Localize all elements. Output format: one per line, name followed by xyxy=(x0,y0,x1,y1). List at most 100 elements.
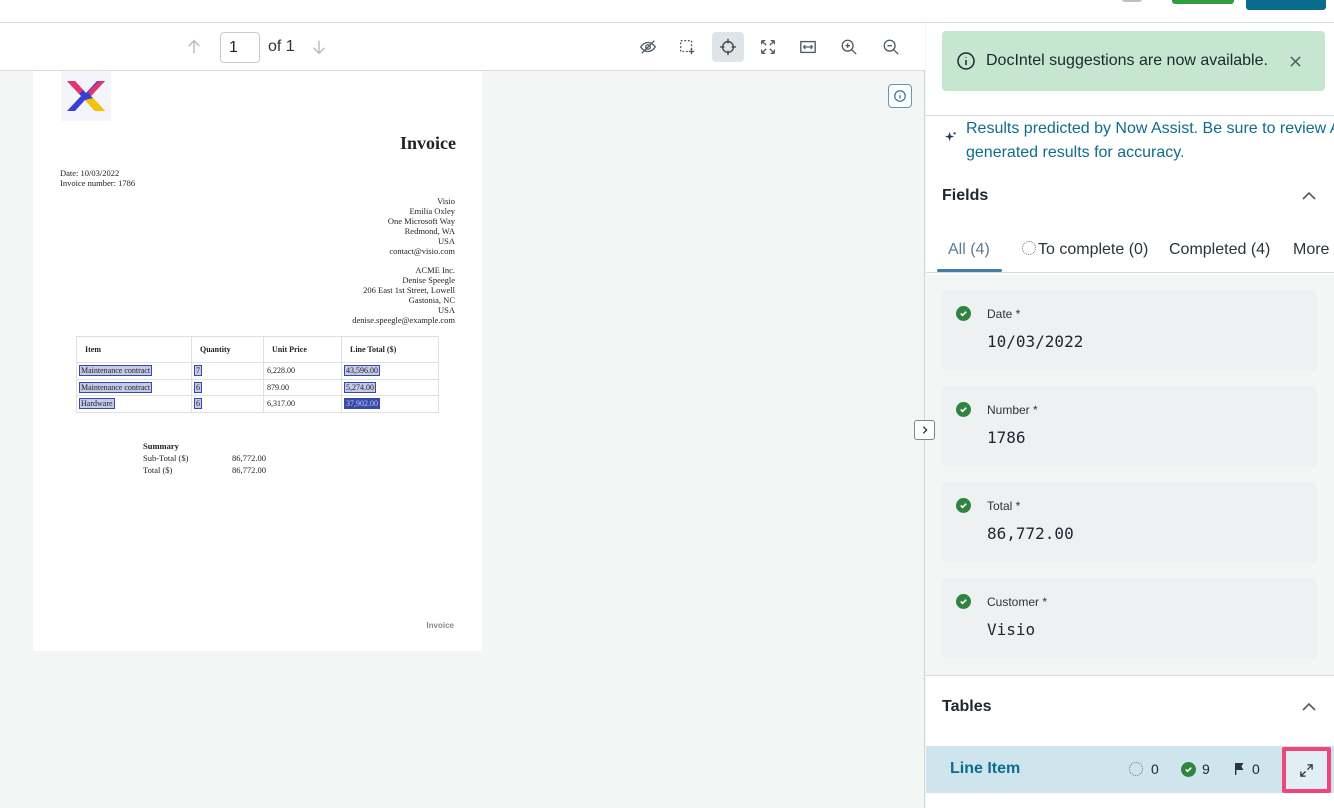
table-cell: 879.00 xyxy=(263,378,342,396)
vendor-address: Visio Emilia Oxley One Microsoft Way Red… xyxy=(388,196,455,256)
close-icon[interactable] xyxy=(1285,51,1305,71)
zoom-out-icon[interactable] xyxy=(875,32,907,62)
field-value[interactable]: 10/03/2022 xyxy=(987,332,1083,351)
divider xyxy=(926,115,1334,116)
viewer-toolbar: of 1 xyxy=(0,23,925,71)
field-filter-tabs: All (4) To complete (0) Completed (4) Mo… xyxy=(926,233,1334,273)
completed-count: 9 xyxy=(1181,761,1210,777)
field-value[interactable]: 86,772.00 xyxy=(987,524,1074,543)
page-count: of 1 xyxy=(268,38,295,55)
summary-title: Summary xyxy=(143,441,179,451)
extracted-cell[interactable]: 7 xyxy=(194,365,202,377)
total-value: 86,772.00 xyxy=(232,465,266,475)
table-item-line-item[interactable]: Line Item 0 9 0 xyxy=(926,746,1334,793)
table-cell: 6,317.00 xyxy=(263,395,342,413)
chevron-up-icon[interactable] xyxy=(1300,187,1318,205)
field-customer[interactable]: Customer * Visio xyxy=(942,578,1317,658)
field-total[interactable]: Total * 86,772.00 xyxy=(942,482,1317,562)
divider xyxy=(926,675,1334,676)
tables-section-title: Tables xyxy=(942,698,992,715)
primary-action-button[interactable] xyxy=(1246,0,1326,10)
stat-value: 0 xyxy=(1151,761,1159,777)
check-circle-icon xyxy=(956,402,971,417)
fit-width-icon[interactable] xyxy=(792,32,824,62)
field-number[interactable]: Number * 1786 xyxy=(942,386,1317,466)
address-line: USA xyxy=(437,236,455,246)
invoice-date: Date: 10/03/2022 xyxy=(60,168,120,178)
stat-value: 0 xyxy=(1252,761,1260,777)
extracted-cell[interactable]: 43,596.00 xyxy=(344,365,380,377)
extracted-cell[interactable]: 6 xyxy=(194,398,202,410)
column-header: Item xyxy=(76,336,192,363)
field-date[interactable]: Date * 10/03/2022 xyxy=(942,290,1317,370)
sparkle-icon xyxy=(944,131,957,149)
fields-section-title: Fields xyxy=(942,187,989,204)
address-line: One Microsoft Way xyxy=(387,216,455,226)
active-tab-indicator xyxy=(937,269,1002,272)
tab-all[interactable]: All (4) xyxy=(948,241,990,259)
region-select-icon[interactable] xyxy=(671,32,703,62)
zoom-in-icon[interactable] xyxy=(833,32,865,62)
fields-list: Date * 10/03/2022 Number * 1786 Total * … xyxy=(926,275,1334,675)
page-number-input[interactable] xyxy=(220,32,260,63)
stat-value: 9 xyxy=(1202,761,1210,777)
extracted-cell[interactable]: 6 xyxy=(194,381,202,393)
arrow-up-icon[interactable] xyxy=(178,32,210,62)
status-chip xyxy=(1172,0,1234,4)
field-label: Number * xyxy=(987,403,1038,417)
check-circle-icon xyxy=(1181,761,1196,777)
arrow-down-icon[interactable] xyxy=(303,32,335,62)
tabs-divider xyxy=(926,272,1334,273)
tab-completed[interactable]: Completed (4) xyxy=(1169,241,1270,259)
table-row: Maintenance contract 6 879.00 5,274.00 xyxy=(76,378,439,396)
table-cell: 6,228.00 xyxy=(263,362,342,380)
table-row: Maintenance contract 7 6,228.00 43,596.0… xyxy=(76,362,439,380)
invoice-summary: Summary Sub-Total ($) 86,772.00 Total ($… xyxy=(143,440,266,476)
chevron-up-icon[interactable] xyxy=(1300,698,1318,716)
invoice-page: Invoice Date: 10/03/2022 Invoice number:… xyxy=(33,71,482,651)
info-circle-icon xyxy=(957,52,975,70)
table-row: Hardware 6 6,317.00 37,902.00 xyxy=(76,395,439,413)
extracted-cell-selected[interactable]: 37,902.00 xyxy=(344,398,380,410)
subtotal-value: 86,772.00 xyxy=(232,453,266,463)
subtotal-label: Sub-Total ($) xyxy=(143,453,189,463)
line-items-table: Item Quantity Unit Price Line Total ($) … xyxy=(76,336,439,413)
invoice-meta: Date: 10/03/2022 Invoice number: 1786 xyxy=(60,168,135,188)
address-line: Denise Speegle xyxy=(402,275,455,285)
tab-to-complete[interactable]: To complete (0) xyxy=(1022,241,1148,259)
collapse-panel-button[interactable] xyxy=(914,420,935,440)
eye-off-icon[interactable] xyxy=(632,32,664,62)
table-name[interactable]: Line Item xyxy=(950,760,1020,778)
total-label: Total ($) xyxy=(143,465,173,475)
field-label: Date * xyxy=(987,307,1021,321)
extracted-cell[interactable]: Maintenance contract xyxy=(79,381,153,393)
address-line: denise.speegle@example.com xyxy=(352,315,455,325)
address-line: 206 East 1st Street, Lowell xyxy=(363,285,455,295)
check-circle-icon xyxy=(956,306,971,321)
document-viewer: of 1 xyxy=(0,23,925,808)
field-value[interactable]: Visio xyxy=(987,620,1035,639)
field-label: Total * xyxy=(987,499,1021,513)
column-header: Quantity xyxy=(191,336,264,363)
header-control[interactable] xyxy=(1122,0,1142,2)
fit-page-icon[interactable] xyxy=(752,32,784,62)
extracted-cell[interactable]: Maintenance contract xyxy=(79,365,153,377)
subtotal-row: Sub-Total ($) 86,772.00 xyxy=(143,452,266,464)
address-line: Redmond, WA xyxy=(404,226,455,236)
pending-icon xyxy=(1129,762,1143,776)
notice-text: DocIntel suggestions are now available. xyxy=(986,52,1268,69)
address-line: Emilia Oxley xyxy=(409,206,455,216)
address-line: Visio xyxy=(437,196,455,206)
crosshair-icon[interactable] xyxy=(712,32,744,62)
tab-label: To complete (0) xyxy=(1038,241,1149,258)
chevron-right-icon xyxy=(922,426,928,434)
field-value[interactable]: 1786 xyxy=(987,428,1026,447)
check-circle-icon xyxy=(956,498,971,513)
info-icon[interactable] xyxy=(888,84,912,108)
extracted-cell[interactable]: Hardware xyxy=(79,398,115,410)
extracted-cell[interactable]: 5,274.00 xyxy=(344,381,376,393)
expand-table-button[interactable] xyxy=(1282,747,1331,793)
tab-more[interactable]: More xyxy=(1293,241,1329,259)
address-line: contact@visio.com xyxy=(389,246,455,256)
expand-icon xyxy=(1300,763,1313,777)
